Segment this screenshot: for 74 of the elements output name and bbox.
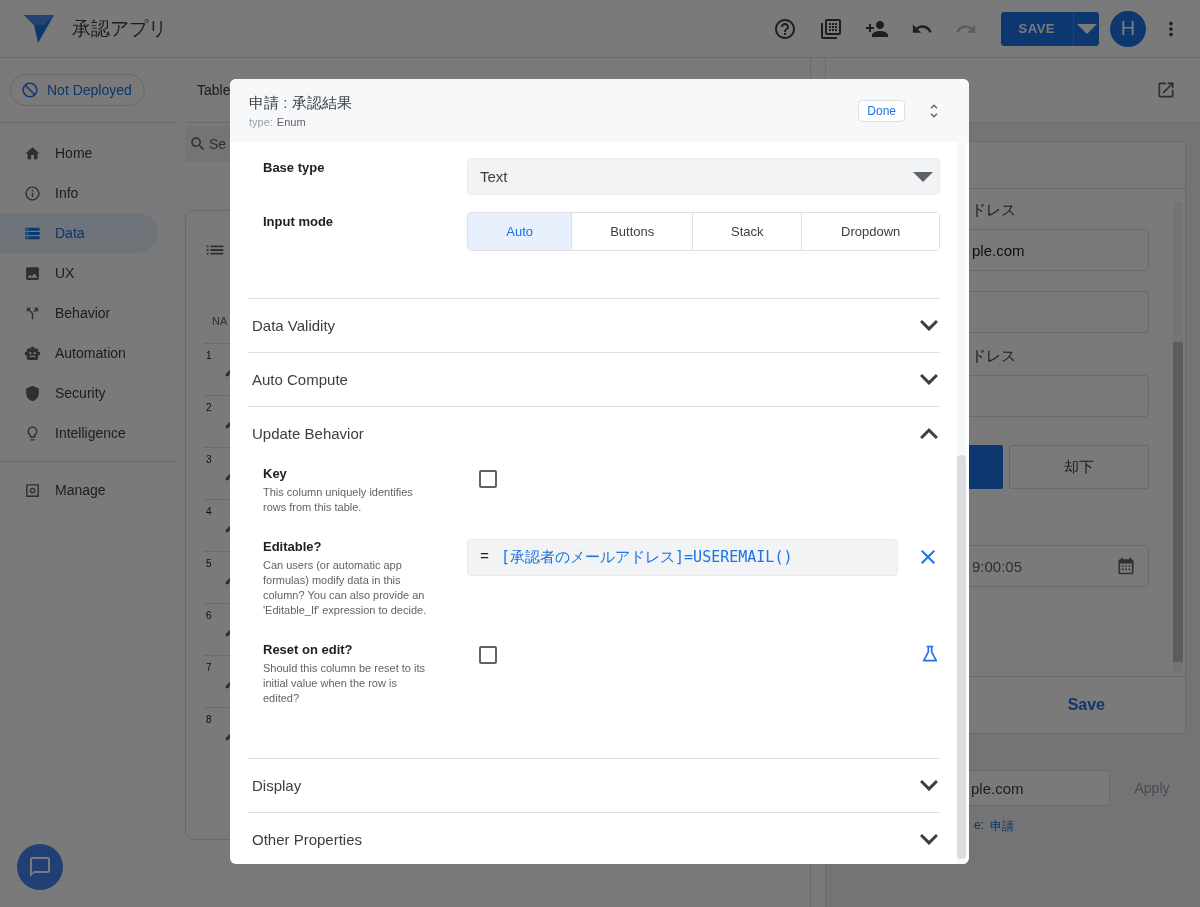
chevron-up-icon (920, 427, 938, 440)
row-number: 1 (206, 349, 213, 363)
scrollbar-thumb[interactable] (1173, 342, 1183, 662)
home-icon (24, 144, 41, 162)
nav-item[interactable]: UX (0, 253, 158, 293)
calendar-icon[interactable] (1116, 556, 1136, 576)
nav-item[interactable]: Home (0, 133, 158, 173)
save-menu-button[interactable] (1073, 11, 1099, 46)
logo-icon (24, 14, 54, 43)
nav-item[interactable]: Automation (0, 333, 158, 373)
base-type-dropdown[interactable]: Text (467, 158, 940, 195)
type-value: Enum (276, 115, 306, 128)
caret-icon (913, 171, 933, 182)
nav-item[interactable]: Data (0, 213, 158, 253)
user-avatar[interactable]: H (1110, 10, 1146, 47)
chat-icon (28, 855, 52, 879)
table-link[interactable]: 申請 (990, 818, 1014, 835)
setting-label: Key (263, 466, 288, 481)
setting-label: Editable? (263, 539, 323, 554)
chevron-down-icon (920, 833, 938, 846)
robot-icon (24, 344, 41, 362)
shield-icon (24, 384, 41, 402)
setting-description: This column uniquely identifies rows from this table. (263, 485, 414, 515)
section-header[interactable]: Auto Compute (248, 352, 940, 406)
row-number: 4 (206, 505, 213, 519)
field-label: ドレス (970, 201, 1017, 220)
choice-button[interactable]: 却下 (1009, 445, 1149, 489)
row-number: 5 (206, 557, 213, 571)
info-icon (24, 184, 41, 202)
nav-item[interactable]: Info (0, 173, 158, 213)
type-label: type: (249, 115, 273, 128)
grid-icon[interactable] (818, 16, 843, 41)
checkbox[interactable] (479, 470, 497, 488)
nav-item[interactable]: Intelligence (0, 413, 158, 453)
setting-description: Can users (or automatic app formulas) modify data in this column? You can also provide an 'Editable_If' expression to decide. (263, 558, 428, 618)
chevron-down-icon (920, 373, 938, 386)
dialog-title: 申請 : 承認結果 (249, 93, 353, 113)
section-header[interactable]: Other Properties (248, 812, 940, 864)
formula-field[interactable]: = [承認者のメールアドレス]=USEREMAIL() (467, 539, 898, 576)
table-label: e: (974, 818, 984, 834)
column-header: NA (212, 315, 228, 329)
help-icon[interactable] (772, 16, 797, 41)
checkbox[interactable] (479, 646, 497, 664)
chevron-down-icon (920, 779, 938, 792)
section-header[interactable]: Update Behavior (248, 406, 940, 460)
caret-icon (1076, 23, 1097, 34)
row-number: 7 (206, 661, 213, 675)
search-icon (189, 135, 207, 153)
image-icon (24, 264, 41, 282)
nav-item[interactable]: Manage (0, 470, 158, 510)
setting-description: Should this column be reset to its initial value when the row is edited? (263, 661, 427, 706)
row-number: 2 (206, 401, 213, 415)
row-number: 3 (206, 453, 213, 467)
setting-label: Base type (263, 159, 326, 177)
tables-tab[interactable]: Table (197, 82, 231, 98)
section-header[interactable]: Data Validity (248, 298, 940, 352)
row-number: 8 (206, 713, 213, 727)
scrollbar-thumb[interactable] (957, 455, 966, 859)
gear-icon (24, 481, 41, 499)
setting-label: Input mode (263, 213, 335, 231)
setting-label: Reset on edit? (263, 642, 354, 657)
section-header[interactable]: Display (248, 758, 940, 812)
row-number: 6 (206, 609, 213, 623)
app-title: 承認アプリ (72, 16, 167, 41)
done-button[interactable]: Done (858, 99, 905, 122)
chevron-down-icon (920, 319, 938, 332)
open-new-icon[interactable] (1156, 80, 1176, 100)
chat-button[interactable] (17, 844, 63, 890)
flask-icon[interactable] (920, 644, 940, 664)
not-deployed-icon (21, 81, 39, 99)
save-button[interactable]: Save (1061, 695, 1111, 715)
field-label: ドレス (970, 347, 1017, 366)
nav-item[interactable]: Behavior (0, 293, 158, 333)
nav-item[interactable]: Security (0, 373, 158, 413)
